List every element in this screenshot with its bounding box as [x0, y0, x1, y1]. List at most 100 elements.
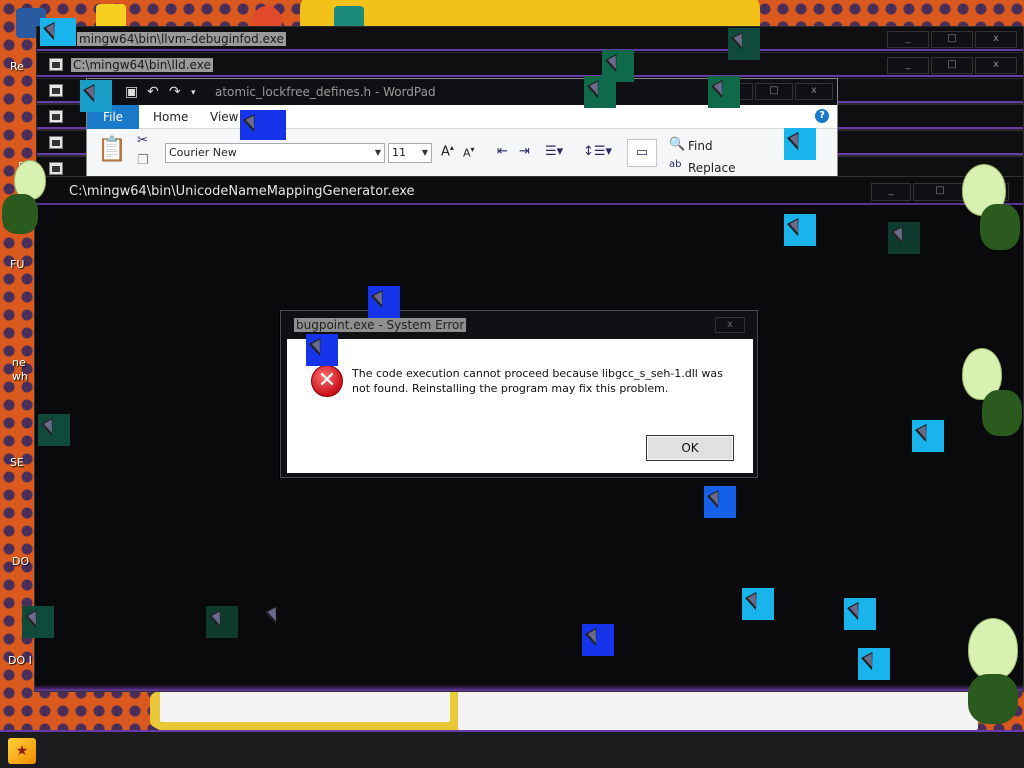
- glitch-cursor-artifact: [784, 128, 816, 160]
- dialog-body: ✕ The code execution cannot proceed beca…: [287, 339, 753, 473]
- tab-home[interactable]: Home: [153, 105, 188, 129]
- shrink-font-icon[interactable]: A▾: [463, 145, 475, 160]
- glitch-cursor-artifact: [888, 222, 920, 254]
- desktop-label: Re: [10, 60, 24, 73]
- character-body: [982, 390, 1022, 436]
- replace-label[interactable]: Replace: [688, 161, 735, 175]
- close-button[interactable]: x: [975, 31, 1017, 48]
- customize-toolbar-icon[interactable]: ▾: [191, 88, 196, 98]
- ribbon-home: 📋 ✂ ❐ Courier New ▼ 11 ▼ A▴ A▾ ⇤ ⇥ ☰▾ ↕☰…: [87, 129, 837, 177]
- chevron-down-icon: ▼: [421, 148, 428, 157]
- character-sprite: [958, 618, 1024, 728]
- glitch-cursor-artifact: [262, 602, 294, 634]
- insert-picture-icon[interactable]: ▭: [627, 139, 657, 167]
- redo-icon[interactable]: ↷: [169, 84, 181, 100]
- ok-button[interactable]: OK: [646, 435, 734, 461]
- replace-icon[interactable]: ab: [669, 159, 681, 170]
- maximize-button[interactable]: □: [931, 31, 973, 48]
- system-error-dialog[interactable]: bugpoint.exe - System Error x ✕ The code…: [280, 310, 758, 478]
- dialog-close-button[interactable]: x: [715, 317, 745, 333]
- window-title: C:\mingw64\bin\UnicodeNameMappingGenerat…: [69, 184, 415, 199]
- character-head: [968, 618, 1018, 680]
- glitch-cursor-artifact: [704, 486, 736, 518]
- find-icon[interactable]: 🔍: [669, 137, 685, 152]
- glitch-cursor-artifact: [708, 76, 740, 108]
- desktop-label: ne: [12, 356, 26, 369]
- increase-indent-icon[interactable]: ⇥: [519, 144, 530, 159]
- font-size-value: 11: [392, 146, 406, 159]
- undo-icon[interactable]: ↶: [147, 84, 159, 100]
- desktop-label: DO I: [8, 654, 32, 667]
- character-body: [968, 674, 1018, 724]
- desktop-label: FU: [10, 258, 25, 271]
- console-app-icon: [49, 110, 63, 123]
- taskbar: ★: [0, 730, 1024, 768]
- wordpad-title: atomic_lockfree_defines.h - WordPad: [215, 85, 436, 99]
- minimize-button[interactable]: _: [887, 31, 929, 48]
- window-controls: _ □ x: [887, 31, 1017, 48]
- window-titlebar[interactable]: mingw64\bin\llvm-debuginfod.exe _ □ x: [37, 27, 1023, 51]
- close-button[interactable]: x: [975, 57, 1017, 74]
- desktop-label: SE: [10, 456, 24, 469]
- glitch-cursor-artifact: [742, 588, 774, 620]
- close-button[interactable]: x: [795, 83, 833, 100]
- ribbon-tabs: File Home View ?: [87, 105, 837, 129]
- maximize-button[interactable]: □: [931, 57, 973, 74]
- find-label[interactable]: Find: [688, 139, 713, 153]
- glitch-cursor-artifact: [584, 76, 616, 108]
- character-sprite: [960, 348, 1024, 440]
- tab-view[interactable]: View: [210, 105, 238, 129]
- desktop-label: wh: [12, 370, 28, 383]
- minimize-button[interactable]: _: [871, 183, 911, 201]
- glitch-cursor-artifact: [22, 606, 54, 638]
- desktop-label: DO: [12, 555, 30, 568]
- help-icon[interactable]: ?: [815, 109, 829, 123]
- window-controls: _ □ x: [887, 57, 1017, 74]
- glitch-cursor-artifact: [912, 420, 944, 452]
- bullet-list-icon[interactable]: ☰▾: [545, 144, 563, 159]
- maximize-button[interactable]: □: [755, 83, 793, 100]
- glitch-cursor-artifact: [40, 18, 76, 46]
- character-body: [980, 204, 1020, 250]
- character-sprite: [0, 160, 50, 240]
- font-family-select[interactable]: Courier New ▼: [165, 143, 385, 163]
- window-titlebar[interactable]: C:\mingw64\bin\UnicodeNameMappingGenerat…: [35, 177, 1023, 205]
- line-spacing-icon[interactable]: ↕☰▾: [583, 144, 612, 159]
- error-message: The code execution cannot proceed becaus…: [352, 367, 723, 395]
- chevron-down-icon: ▼: [374, 148, 381, 157]
- dialog-titlebar[interactable]: bugpoint.exe - System Error x: [281, 311, 757, 339]
- window-title: C:\mingw64\bin\lld.exe: [71, 58, 213, 72]
- paste-icon[interactable]: 📋: [97, 135, 127, 163]
- glitch-cursor-artifact: [240, 110, 286, 140]
- font-family-value: Courier New: [169, 146, 237, 159]
- glitch-cursor-artifact: [368, 286, 400, 318]
- font-size-select[interactable]: 11 ▼: [388, 143, 432, 163]
- dialog-title: bugpoint.exe - System Error: [294, 318, 467, 332]
- copy-icon[interactable]: ❐: [137, 153, 149, 168]
- save-icon[interactable]: ▣: [125, 84, 138, 100]
- glitch-cursor-artifact: [38, 414, 70, 446]
- window-titlebar[interactable]: C:\mingw64\bin\lld.exe _ □ x: [37, 53, 1023, 77]
- window-bottom-border: [35, 685, 1023, 691]
- error-icon: ✕: [311, 365, 343, 397]
- grow-font-icon[interactable]: A▴: [441, 143, 454, 159]
- minimize-button[interactable]: _: [887, 57, 929, 74]
- character-body: [2, 194, 38, 234]
- decrease-indent-icon[interactable]: ⇤: [497, 144, 508, 159]
- glitch-cursor-artifact: [844, 598, 876, 630]
- console-app-icon: [49, 84, 63, 97]
- console-app-icon: [49, 136, 63, 149]
- window-title: mingw64\bin\llvm-debuginfod.exe: [77, 32, 286, 46]
- glitch-cursor-artifact: [784, 214, 816, 246]
- desktop-artwork-pale: [160, 690, 450, 722]
- desktop-artwork-pale-right: [458, 690, 978, 730]
- glitch-cursor-artifact: [858, 648, 890, 680]
- glitch-cursor-artifact: [206, 606, 238, 638]
- console-app-icon: [49, 162, 63, 175]
- glitch-cursor-artifact: [728, 28, 760, 60]
- glitch-cursor-artifact: [80, 80, 112, 112]
- glitch-cursor-artifact: [306, 334, 338, 366]
- start-orb-icon[interactable]: ★: [8, 738, 36, 764]
- character-sprite: [958, 164, 1024, 254]
- cut-icon[interactable]: ✂: [137, 133, 148, 148]
